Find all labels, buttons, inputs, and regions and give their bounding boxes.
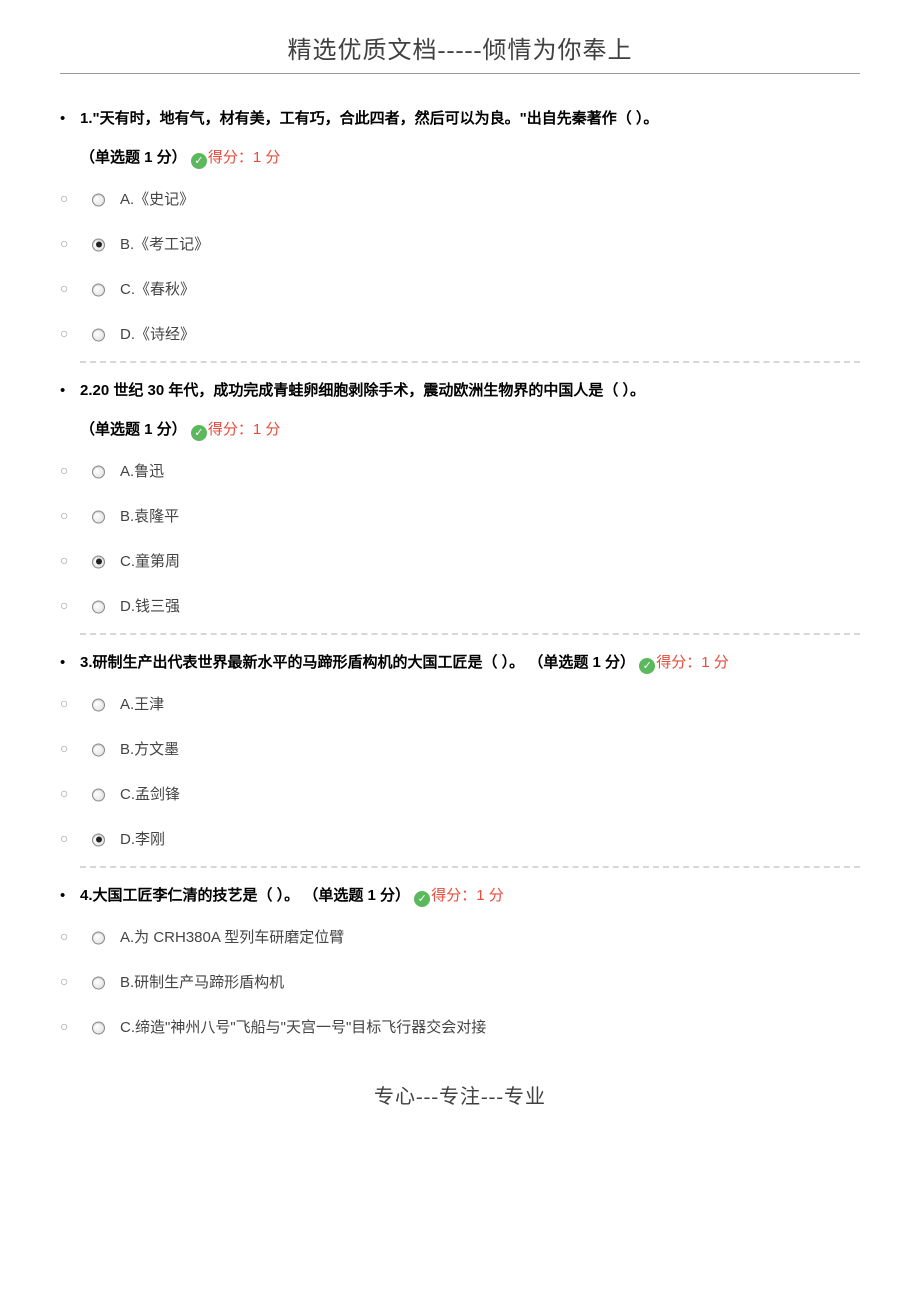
score-label: 得分：1 分 (208, 149, 281, 166)
check-icon: ✓ (191, 153, 207, 169)
option-row[interactable]: ○B.袁隆平 (80, 494, 860, 539)
option-text: B.《考工记》 (120, 236, 209, 253)
list-bullet: ○ (60, 584, 68, 626)
radio-icon[interactable] (92, 976, 105, 989)
radio-icon[interactable] (92, 510, 105, 523)
check-icon: ✓ (191, 425, 207, 441)
question: 2.20 世纪 30 年代，成功完成青蛙卵细胞剥除手术，震动欧洲生物界的中国人是… (80, 371, 860, 449)
radio-icon[interactable] (92, 465, 105, 478)
page-footer: 专心---专注---专业 (60, 1080, 860, 1109)
radio-icon[interactable] (92, 1021, 105, 1034)
radio-icon[interactable] (92, 283, 105, 296)
question-number: 3. (80, 654, 93, 671)
options-list: ○A.为 CRH380A 型列车研磨定位臂○B.研制生产马蹄形盾构机○C.缔造"… (80, 915, 860, 1050)
option-row[interactable]: ○D.钱三强 (80, 584, 860, 629)
check-icon: ✓ (639, 658, 655, 674)
list-bullet: ○ (60, 817, 68, 859)
option-text: C.《春秋》 (120, 281, 195, 298)
question-meta: （单选题 1 分） (80, 421, 187, 438)
score-label: 得分：1 分 (656, 654, 729, 671)
list-bullet: ○ (60, 915, 68, 957)
option-row[interactable]: ○A.《史记》 (80, 177, 860, 222)
radio-icon[interactable] (92, 788, 105, 801)
question-text: 20 世纪 30 年代，成功完成青蛙卵细胞剥除手术，震动欧洲生物界的中国人是（ … (93, 382, 646, 399)
question-meta: （单选题 1 分） (528, 654, 635, 671)
option-row[interactable]: ○C.缔造"神州八号"飞船与"天宫一号"目标飞行器交会对接 (80, 1005, 860, 1050)
list-bullet: ○ (60, 449, 68, 491)
list-bullet: ○ (60, 312, 68, 354)
question: 3.研制生产出代表世界最新水平的马蹄形盾构机的大国工匠是（ ）。 （单选题 1 … (80, 643, 860, 682)
radio-icon[interactable] (92, 833, 105, 846)
question-text: 研制生产出代表世界最新水平的马蹄形盾构机的大国工匠是（ ）。 (93, 654, 525, 671)
option-text: C.孟剑锋 (120, 786, 180, 803)
list-bullet: ○ (60, 539, 68, 581)
list-bullet: ○ (60, 1005, 68, 1047)
option-row[interactable]: ○C.童第周 (80, 539, 860, 584)
option-row[interactable]: ○B.方文墨 (80, 727, 860, 772)
question: 1."天有时，地有气，材有美，工有巧，合此四者，然后可以为良。"出自先秦著作（ … (80, 99, 860, 177)
option-text: B.研制生产马蹄形盾构机 (120, 974, 284, 991)
score-label: 得分：1 分 (208, 421, 281, 438)
radio-icon[interactable] (92, 931, 105, 944)
radio-icon[interactable] (92, 193, 105, 206)
option-text: D.钱三强 (120, 598, 180, 615)
list-bullet: ○ (60, 772, 68, 814)
option-text: A.王津 (120, 696, 164, 713)
list-bullet: ○ (60, 727, 68, 769)
list-bullet: ○ (60, 494, 68, 536)
options-list: ○A.鲁迅○B.袁隆平○C.童第周○D.钱三强 (80, 449, 860, 635)
question-text: 大国工匠李仁清的技艺是（ ）。 (93, 887, 300, 904)
option-text: D.《诗经》 (120, 326, 195, 343)
option-row[interactable]: ○B.《考工记》 (80, 222, 860, 267)
question: 4.大国工匠李仁清的技艺是（ ）。 （单选题 1 分） ✓得分：1 分 (80, 876, 860, 915)
option-text: B.方文墨 (120, 741, 179, 758)
options-list: ○A.《史记》○B.《考工记》○C.《春秋》○D.《诗经》 (80, 177, 860, 363)
option-row[interactable]: ○D.《诗经》 (80, 312, 860, 357)
list-bullet: ○ (60, 267, 68, 309)
radio-icon[interactable] (92, 743, 105, 756)
question-number: 4. (80, 887, 93, 904)
option-text: D.李刚 (120, 831, 165, 848)
radio-icon[interactable] (92, 238, 105, 251)
option-text: B.袁隆平 (120, 508, 179, 525)
option-row[interactable]: ○C.《春秋》 (80, 267, 860, 312)
option-text: C.童第周 (120, 553, 180, 570)
page-header: 精选优质文档-----倾情为你奉上 (60, 30, 860, 74)
question-number: 2. (80, 382, 93, 399)
option-text: A.鲁迅 (120, 463, 164, 480)
option-row[interactable]: ○B.研制生产马蹄形盾构机 (80, 960, 860, 1005)
list-bullet: ○ (60, 960, 68, 1002)
question-meta: （单选题 1 分） (303, 887, 410, 904)
check-icon: ✓ (414, 891, 430, 907)
options-list: ○A.王津○B.方文墨○C.孟剑锋○D.李刚 (80, 682, 860, 868)
option-row[interactable]: ○D.李刚 (80, 817, 860, 862)
list-bullet: ○ (60, 682, 68, 724)
option-row[interactable]: ○A.鲁迅 (80, 449, 860, 494)
list-bullet: ○ (60, 177, 68, 219)
option-row[interactable]: ○C.孟剑锋 (80, 772, 860, 817)
question-number: 1. (80, 110, 93, 127)
radio-icon[interactable] (92, 698, 105, 711)
option-row[interactable]: ○A.王津 (80, 682, 860, 727)
score-label: 得分：1 分 (431, 887, 504, 904)
question-text: "天有时，地有气，材有美，工有巧，合此四者，然后可以为良。"出自先秦著作（ ）。 (93, 110, 659, 127)
list-bullet: ○ (60, 222, 68, 264)
radio-icon[interactable] (92, 555, 105, 568)
question-meta: （单选题 1 分） (80, 149, 187, 166)
radio-icon[interactable] (92, 600, 105, 613)
option-text: A.为 CRH380A 型列车研磨定位臂 (120, 929, 344, 946)
option-row[interactable]: ○A.为 CRH380A 型列车研磨定位臂 (80, 915, 860, 960)
option-text: A.《史记》 (120, 191, 194, 208)
radio-icon[interactable] (92, 328, 105, 341)
option-text: C.缔造"神州八号"飞船与"天宫一号"目标飞行器交会对接 (120, 1019, 486, 1036)
